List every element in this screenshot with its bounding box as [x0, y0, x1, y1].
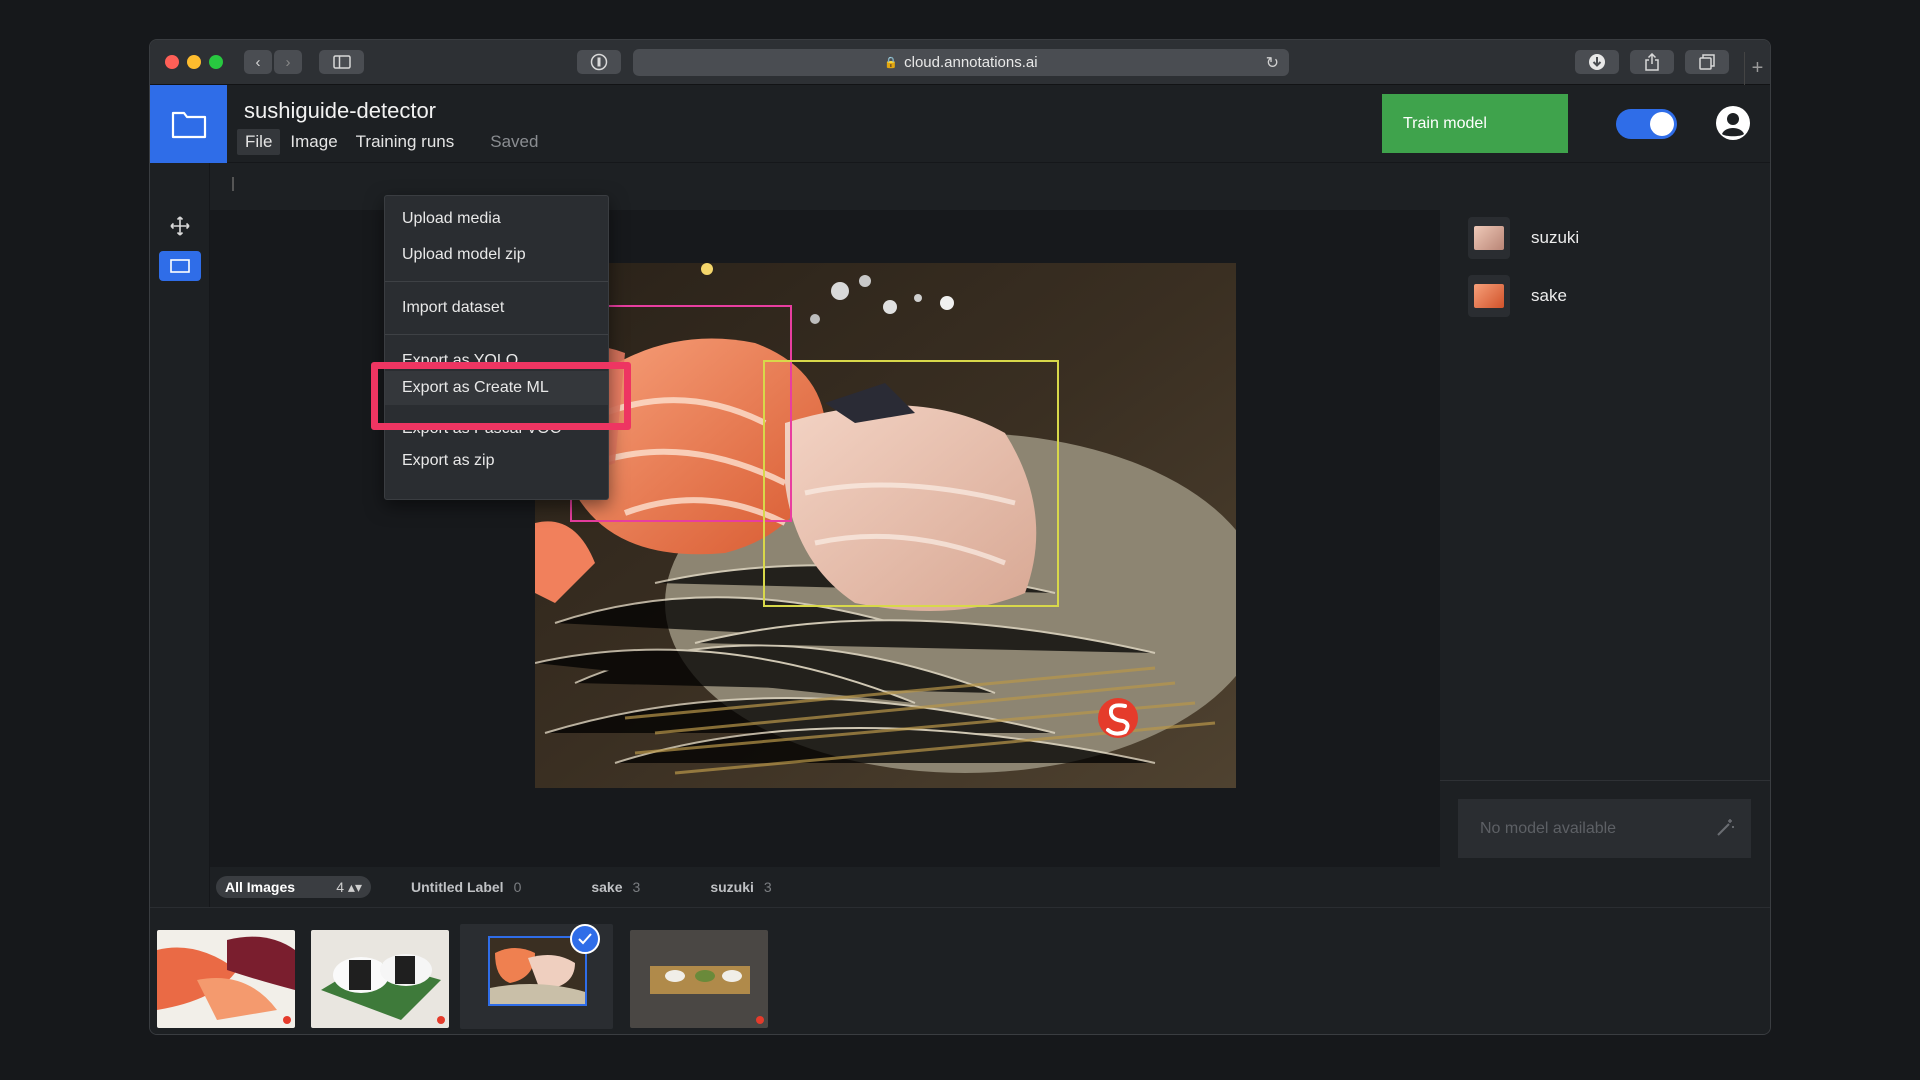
shield-icon — [590, 53, 608, 71]
image-filter-bar: All Images 4 ▴▾ Untitled Label 0 sake 3 su… — [210, 867, 1440, 907]
app-header: sushiguide-detector File Image Training … — [150, 85, 1770, 163]
new-tab-button[interactable]: + — [1744, 52, 1770, 85]
box-tool[interactable] — [159, 251, 201, 281]
project-title: sushiguide-detector — [244, 98, 437, 123]
rectangle-icon — [170, 259, 190, 273]
thumbnail-image-4[interactable] — [630, 930, 768, 1028]
zoom-window-button[interactable] — [209, 55, 223, 69]
download-icon — [1589, 54, 1605, 70]
move-tool[interactable] — [159, 211, 201, 241]
bbox-suzuki[interactable] — [763, 360, 1059, 607]
label-name: suzuki — [1531, 228, 1580, 247]
thumbnail-image-3-selected[interactable] — [460, 924, 613, 1029]
train-model-button[interactable]: Train model — [1382, 94, 1568, 153]
menu-separator — [385, 281, 608, 282]
menu-item-export-zip[interactable]: Export as zip — [385, 444, 608, 478]
chevron-left-icon: ‹ — [255, 53, 261, 71]
share-icon — [1645, 53, 1659, 71]
magic-wand-icon — [1717, 819, 1734, 836]
plus-icon: + — [1751, 57, 1764, 79]
labels-panel: suzuki sake No model available — [1440, 163, 1770, 907]
file-menu-dropdown: Upload media Upload model zip Import dat… — [384, 195, 609, 500]
label-item-sake[interactable]: sake — [1468, 275, 1567, 317]
model-placeholder: No model available — [1480, 819, 1617, 837]
model-selector[interactable]: No model available — [1458, 799, 1751, 858]
forward-button[interactable]: › — [274, 50, 302, 74]
url-text: cloud.annotations.ai — [904, 54, 1038, 71]
menu-file[interactable]: File — [237, 129, 281, 155]
text-cursor — [232, 177, 234, 191]
browser-toolbar: ‹ › 🔒 cloud.annotations.ai ↻ + — [150, 40, 1770, 85]
sidebar-icon — [332, 55, 351, 69]
menu-item-upload-media[interactable]: Upload media — [385, 202, 608, 236]
thumbnail-image-1[interactable] — [157, 930, 295, 1028]
sushi-image — [535, 263, 1236, 788]
share-button[interactable] — [1630, 50, 1674, 74]
selected-check-icon — [570, 924, 600, 954]
projects-button[interactable] — [150, 85, 227, 163]
highlight-callout — [371, 362, 631, 430]
menu-training-runs[interactable]: Training runs — [348, 129, 463, 155]
menu-item-import-dataset[interactable]: Import dataset — [385, 291, 608, 325]
label-item-suzuki[interactable]: suzuki — [1468, 217, 1579, 259]
tabs-icon — [1699, 54, 1715, 70]
address-bar[interactable]: 🔒 cloud.annotations.ai ↻ — [633, 49, 1289, 76]
downloads-button[interactable] — [1575, 50, 1619, 74]
filter-chip-sake[interactable]: sake 3 — [591, 879, 640, 895]
minimize-window-button[interactable] — [187, 55, 201, 69]
menu-item-upload-model-zip[interactable]: Upload model zip — [385, 238, 608, 272]
tab-overview-button[interactable] — [1685, 50, 1729, 74]
tool-bar — [150, 163, 210, 907]
label-thumbnail — [1468, 217, 1510, 259]
back-button[interactable]: ‹ — [244, 50, 272, 74]
toggle-knob — [1650, 112, 1674, 136]
filter-chip-suzuki[interactable]: suzuki 3 — [710, 879, 771, 895]
lock-icon: 🔒 — [884, 57, 899, 69]
thumbnail-strip — [150, 907, 1770, 1034]
label-thumbnail — [1468, 275, 1510, 317]
menu-separator — [385, 334, 608, 335]
filter-chip-untitled-label[interactable]: Untitled Label 0 — [411, 879, 521, 895]
panel-divider — [1440, 780, 1770, 781]
user-avatar-icon[interactable] — [1715, 105, 1751, 141]
image-set-select[interactable]: All Images 4 ▴▾ — [216, 876, 371, 898]
menu-bar: File Image Training runs Saved — [237, 129, 538, 155]
browser-window: ‹ › 🔒 cloud.annotations.ai ↻ + sushiguid… — [149, 39, 1771, 1035]
menu-image[interactable]: Image — [282, 129, 345, 155]
folder-icon — [171, 111, 206, 139]
auto-label-toggle[interactable] — [1616, 109, 1677, 139]
chevron-right-icon: › — [285, 53, 291, 71]
sidebar-toggle-button[interactable] — [319, 50, 364, 74]
privacy-report-button[interactable] — [577, 50, 621, 74]
close-window-button[interactable] — [165, 55, 179, 69]
save-status: Saved — [490, 132, 539, 151]
label-name: sake — [1531, 286, 1567, 305]
image-set-count: 4 ▴▾ — [336, 878, 362, 895]
move-icon — [170, 216, 190, 236]
reload-icon[interactable]: ↻ — [1266, 53, 1279, 73]
image-set-label: All Images — [225, 879, 296, 895]
thumbnail-image-2[interactable] — [311, 930, 449, 1028]
